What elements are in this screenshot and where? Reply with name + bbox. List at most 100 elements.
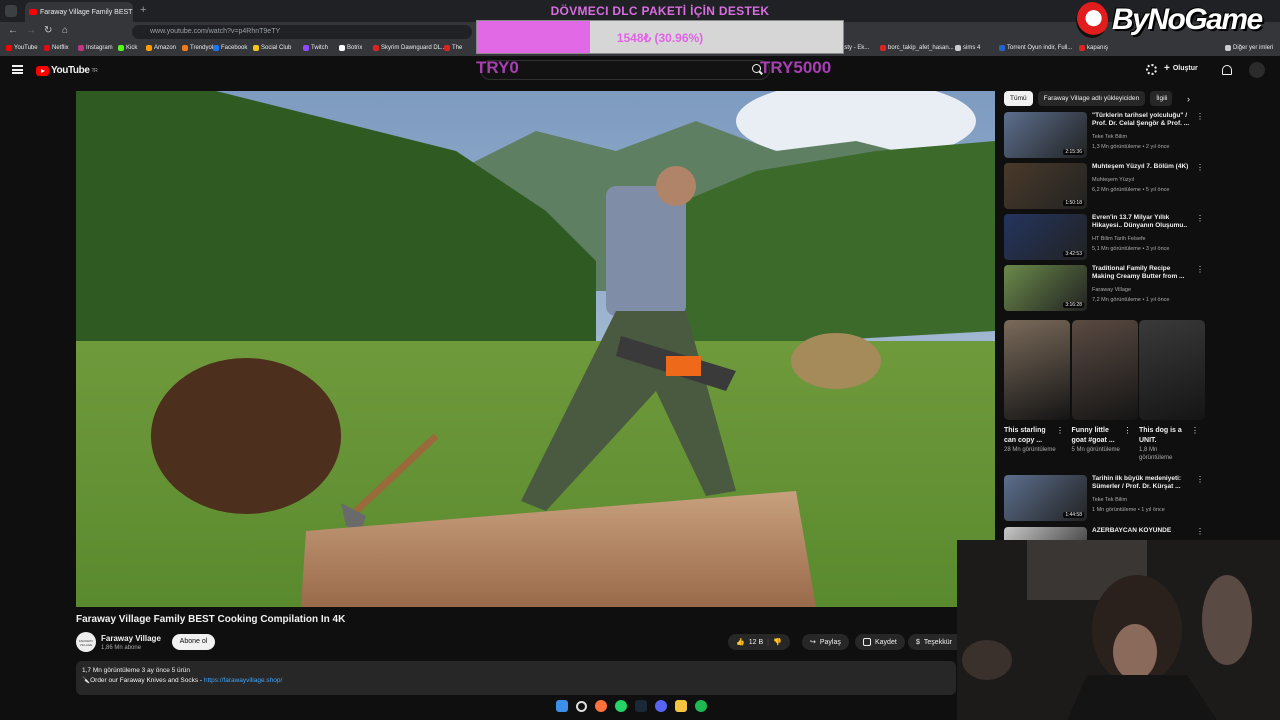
whatsapp-icon[interactable] — [615, 700, 627, 712]
discord-icon[interactable] — [655, 700, 667, 712]
bookmark-item[interactable]: kapanış — [1079, 45, 1108, 51]
share-button[interactable]: ↪ Paylaş — [802, 634, 849, 650]
chevron-right-icon[interactable]: › — [1187, 94, 1190, 104]
short-thumbnail[interactable] — [1139, 320, 1205, 420]
video-player[interactable] — [76, 91, 995, 607]
recommendation-item[interactable]: 1:44:58 Tarihin ilk büyük medeniyeti: Süm… — [1004, 475, 1204, 521]
video-thumbnail[interactable]: 1:50:18 — [1004, 163, 1087, 209]
recommendation-item[interactable]: 3:16:28 Traditional Family Recipe Making … — [1004, 265, 1204, 311]
bookmark-item[interactable]: Trendyol — [182, 45, 213, 51]
bookmark-item[interactable]: Torrent Oyun indir, Full... — [999, 45, 1072, 51]
tab-youtube[interactable]: Faraway Village Family BEST × — [25, 2, 133, 22]
new-tab-button[interactable]: + — [140, 4, 146, 16]
short-thumbnail[interactable] — [1004, 320, 1070, 420]
search-input[interactable] — [480, 60, 770, 80]
recommendation-title[interactable]: Tarihin ilk büyük medeniyeti: Sümerler /… — [1092, 475, 1192, 491]
firefox-icon[interactable] — [595, 700, 607, 712]
thanks-button[interactable]: $ Teşekkür — [908, 634, 957, 650]
bookmark-item[interactable]: Amazon — [146, 45, 176, 51]
bookmark-item[interactable]: Instagram — [78, 45, 113, 51]
avatar[interactable] — [1249, 62, 1265, 78]
more-options-icon[interactable]: ⋮ — [1196, 527, 1204, 536]
tab-search-button[interactable] — [5, 5, 17, 17]
folder-icon[interactable] — [675, 700, 687, 712]
recommendation-title[interactable]: Muhteşem Yüzyıl 7. Bölüm (4K) — [1092, 163, 1192, 171]
recommendation-channel[interactable]: Faraway Village — [1092, 287, 1131, 293]
bookmark-item[interactable]: Kick — [118, 45, 137, 51]
short-thumbnail[interactable] — [1071, 320, 1138, 420]
home-icon[interactable]: ⌂ — [62, 25, 68, 36]
menu-icon[interactable] — [12, 65, 23, 74]
bookmark-label: asty - Ek... — [841, 45, 870, 51]
bookmark-item[interactable]: Facebook — [213, 45, 247, 51]
short-item[interactable]: This dog is a UNIT. 1,8 Mn görüntüleme ⋮ — [1139, 320, 1205, 462]
recommendation-title[interactable]: AZERBAYCAN KÖYÜNDE — [1092, 527, 1192, 535]
bookmark-label: The — [452, 45, 463, 51]
recommendation-item[interactable]: AZERBAYCAN KÖYÜNDE ⋮ — [1004, 527, 1204, 540]
video-thumbnail[interactable]: 1:44:58 — [1004, 475, 1087, 521]
bookmark-item[interactable]: Skyrim Dawnguard DL... — [373, 45, 446, 51]
shop-link[interactable]: https://farawayvillage.shop/ — [204, 677, 282, 684]
bookmark-item[interactable]: YouTube — [6, 45, 38, 51]
bookmark-item[interactable]: Social Club — [253, 45, 291, 51]
description-meta: 1,7 Mn görüntüleme 3 ay önce 5 ürün — [82, 667, 191, 674]
spotify-icon[interactable] — [695, 700, 707, 712]
bookmark-item[interactable]: Netflix — [44, 45, 69, 51]
video-thumbnail[interactable] — [1004, 527, 1087, 540]
like-dislike-button[interactable]: 👍 12 B | 👎 — [728, 634, 790, 650]
reload-icon[interactable]: ↻ — [44, 25, 52, 36]
steam-icon[interactable] — [635, 700, 647, 712]
channel-avatar[interactable]: FARAWAY VILLAGE — [76, 632, 96, 652]
short-title[interactable]: This dog is a UNIT. — [1139, 426, 1191, 446]
short-title[interactable]: Funny little goat #goat ... — [1072, 426, 1124, 446]
description-box[interactable]: 1,7 Mn görüntüleme 3 ay önce 5 ürün 🔪Ord… — [76, 661, 956, 695]
channel-name[interactable]: Faraway Village — [101, 634, 161, 643]
chip-0[interactable]: Tümü — [1004, 91, 1033, 106]
save-button[interactable]: Kaydet — [855, 634, 905, 650]
bookmark-item[interactable]: Twitch — [303, 45, 328, 51]
short-item[interactable]: This starling can copy ... 28 Mn görüntül… — [1004, 320, 1070, 454]
more-options-icon[interactable]: ⋮ — [1196, 163, 1204, 172]
video-thumbnail[interactable]: 3:42:53 — [1004, 214, 1087, 260]
youtube-logo[interactable]: YouTube TR — [36, 65, 98, 76]
recommendation-channel[interactable]: Teke Tek Bilim — [1092, 134, 1127, 140]
bookmark-item[interactable]: Diğer yer imleri — [1225, 45, 1273, 51]
more-options-icon[interactable]: ⋮ — [1191, 426, 1199, 435]
more-options-icon[interactable]: ⋮ — [1196, 214, 1204, 223]
gear-icon[interactable] — [1146, 64, 1157, 75]
chip-1[interactable]: Faraway Village adlı yükleyiciden — [1037, 91, 1146, 106]
recommendation-title[interactable]: Traditional Family Recipe Making Creamy … — [1092, 265, 1192, 281]
more-options-icon[interactable]: ⋮ — [1196, 475, 1204, 484]
recommendation-item[interactable]: 3:42:53 Evren'in 13.7 Milyar Yıllık Hikay… — [1004, 214, 1204, 260]
bookmark-item[interactable]: The — [444, 45, 462, 51]
recommendation-item[interactable]: 1:50:18 Muhteşem Yüzyıl 7. Bölüm (4K) Muht… — [1004, 163, 1204, 209]
more-options-icon[interactable]: ⋮ — [1196, 265, 1204, 274]
bookmark-item[interactable]: Botrix — [339, 45, 362, 51]
recommendation-meta: 1 Mn görüntüleme • 1 yıl önce — [1092, 507, 1165, 513]
more-options-icon[interactable]: ⋮ — [1056, 426, 1064, 435]
recommendation-item[interactable]: 2:15:36 "Türklerin tarihsel yolculuğu" / … — [1004, 112, 1204, 158]
bell-icon[interactable] — [1222, 65, 1232, 75]
forward-icon[interactable]: → — [26, 25, 36, 36]
recommendation-title[interactable]: Evren'in 13.7 Milyar Yıllık Hikayesi.. D… — [1092, 214, 1192, 230]
recommendation-channel[interactable]: Teke Tek Bilim — [1092, 497, 1127, 503]
short-title[interactable]: This starling can copy ... — [1004, 426, 1056, 446]
url-input[interactable]: www.youtube.com/watch?v=p4RhnT9eTY — [132, 25, 472, 39]
video-thumbnail[interactable]: 3:16:28 — [1004, 265, 1087, 311]
thumbs-down-icon[interactable]: 👎 — [773, 638, 782, 646]
bookmark-item[interactable]: borc_takip_afet_hasan... — [880, 45, 954, 51]
recommendation-channel[interactable]: Muhteşem Yüzyıl — [1092, 177, 1134, 183]
recommendation-title[interactable]: "Türklerin tarihsel yolculuğu" / Prof. D… — [1092, 112, 1192, 128]
search-icon[interactable] — [576, 700, 587, 712]
windows-start-icon[interactable] — [556, 700, 568, 712]
chip-2[interactable]: İlgili — [1150, 91, 1173, 106]
create-button[interactable]: + Oluştur — [1164, 63, 1198, 74]
back-icon[interactable]: ← — [8, 25, 18, 36]
subscribe-button[interactable]: Abone ol — [172, 634, 215, 650]
more-options-icon[interactable]: ⋮ — [1196, 112, 1204, 121]
recommendation-channel[interactable]: HT Bilim Tarih Felsefe — [1092, 236, 1146, 242]
more-options-icon[interactable]: ⋮ — [1124, 426, 1132, 435]
video-thumbnail[interactable]: 2:15:36 — [1004, 112, 1087, 158]
bookmark-item[interactable]: sims 4 — [955, 45, 980, 51]
short-item[interactable]: Funny little goat #goat ... 5 Mn görüntül… — [1071, 320, 1138, 454]
